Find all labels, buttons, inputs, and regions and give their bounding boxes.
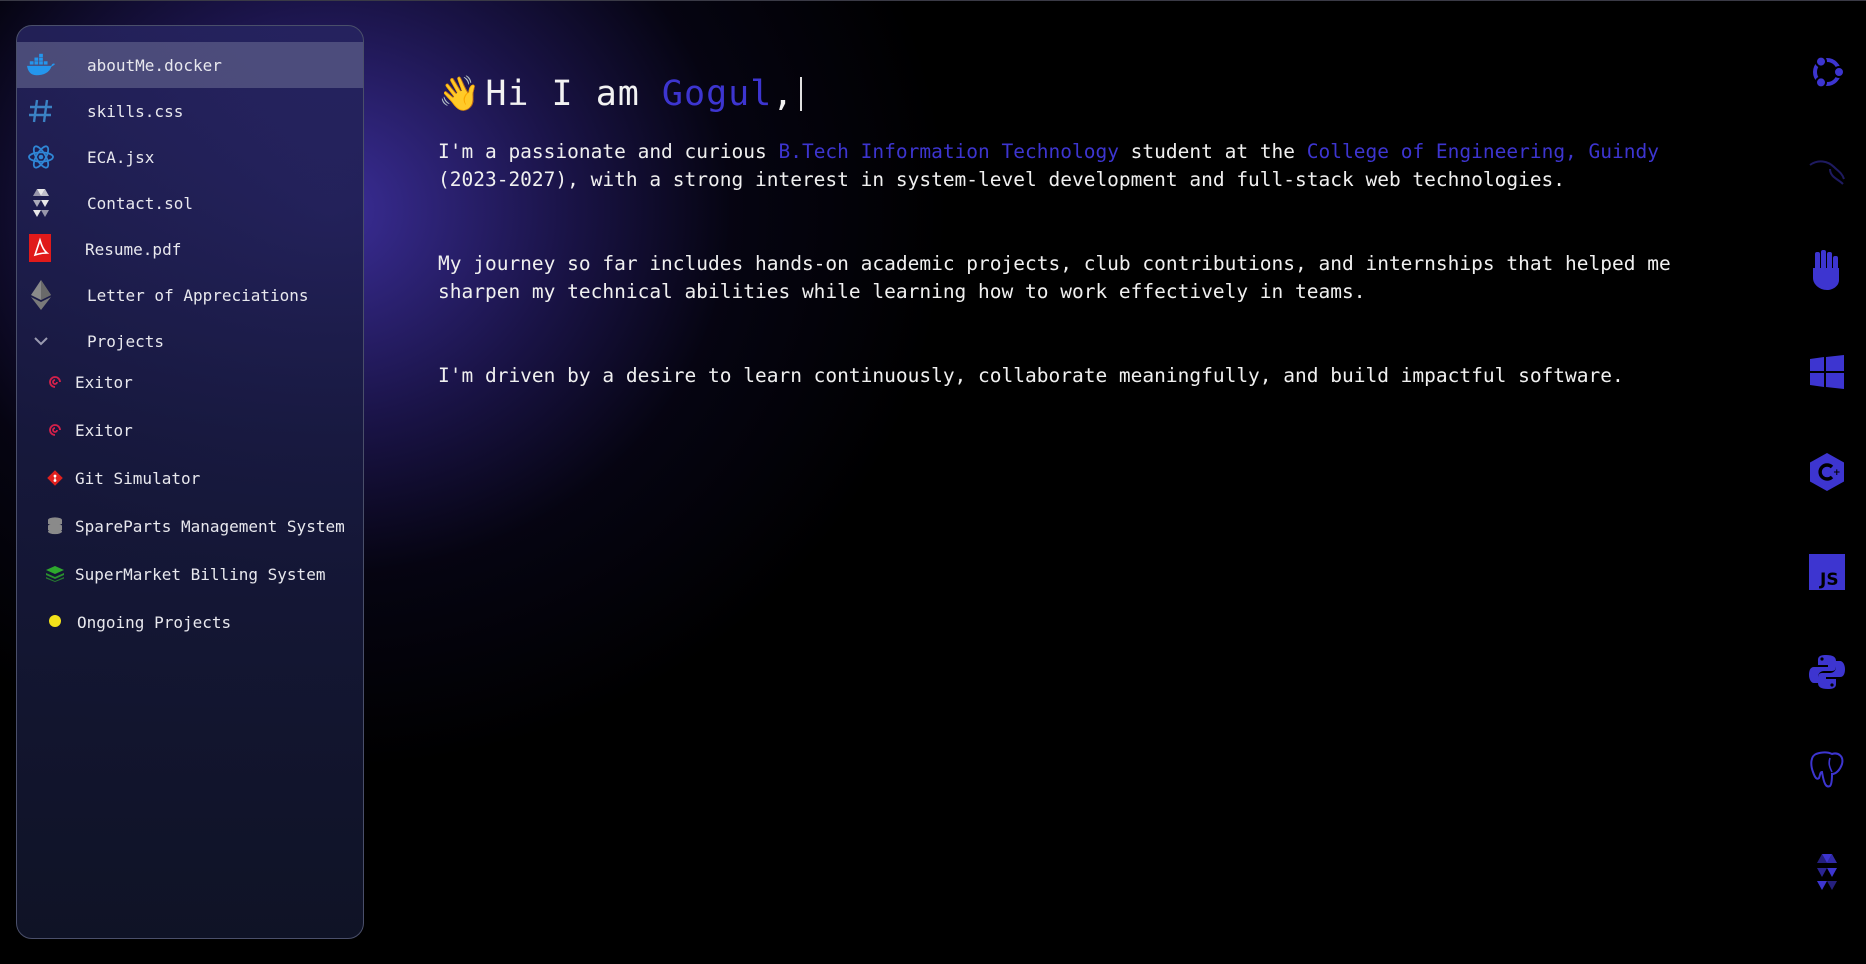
intro-paragraph: I'm a passionate and curious B.Tech Info…: [438, 138, 1758, 194]
pdf-icon: [27, 234, 55, 263]
project-item-supermarket[interactable]: SuperMarket Billing System: [17, 554, 363, 594]
name-highlight: Gogul: [661, 74, 773, 114]
project-item-label: Exitor: [75, 372, 133, 392]
top-border: [0, 0, 1866, 1]
waving-hand-icon: 👋: [438, 74, 482, 114]
javascript-icon: JS: [1807, 552, 1847, 592]
greeting-heading: 👋 Hi I am Gogul ,: [438, 66, 1758, 122]
docker-icon: [27, 51, 55, 79]
file-explorer-sidebar: aboutMe.docker skills.css ECA.jsx Contac…: [16, 25, 364, 939]
sidebar-item-label: Contact.sol: [87, 193, 193, 213]
debian-icon: [46, 421, 64, 439]
python-icon: [1807, 652, 1847, 692]
tech-icon-rail: + JS: [1776, 0, 1866, 964]
intro-text-c: (2023-2027), with a strong interest in s…: [438, 168, 1566, 191]
sidebar-item-aboutme[interactable]: aboutMe.docker: [17, 42, 363, 88]
project-item-ongoing[interactable]: Ongoing Projects: [17, 602, 363, 642]
database-icon: [46, 517, 64, 535]
project-item-label: SpareParts Management System: [75, 516, 345, 536]
sidebar-item-label: Letter of Appreciations: [87, 285, 309, 305]
postgresql-icon: [1807, 750, 1847, 790]
sidebar-item-projects[interactable]: Projects: [17, 318, 363, 364]
greeting-prefix: Hi I am: [485, 74, 662, 114]
project-item-git-simulator[interactable]: Git Simulator: [17, 458, 363, 498]
solidity-icon: [27, 189, 55, 217]
sidebar-item-label: ECA.jsx: [87, 147, 155, 167]
chevron-down-icon: [27, 327, 55, 355]
sidebar-item-resume[interactable]: Resume.pdf: [17, 226, 363, 272]
sidebar-item-letters[interactable]: Letter of Appreciations: [17, 272, 363, 318]
about-me-content: 👋 Hi I am Gogul , I'm a passionate and c…: [438, 66, 1758, 390]
drive-paragraph: I'm driven by a desire to learn continuo…: [438, 364, 1624, 387]
project-item-label: Exitor: [75, 420, 133, 440]
greeting-suffix: ,: [772, 74, 795, 114]
layers-icon: [46, 565, 64, 583]
sidebar-item-skills[interactable]: skills.css: [17, 88, 363, 134]
csharp-icon: +: [1807, 452, 1847, 492]
journey-paragraph: My journey so far includes hands-on acad…: [438, 252, 1671, 303]
sidebar-item-label: skills.css: [87, 101, 184, 121]
svg-text:+: +: [1833, 468, 1841, 478]
ethereum-icon: [27, 280, 55, 310]
college-highlight: College of Engineering, Guindy: [1306, 140, 1659, 163]
hand-icon: [1807, 250, 1847, 290]
sidebar-item-label: Projects: [87, 331, 165, 351]
hash-icon: [27, 97, 55, 125]
ubuntu-icon: [1807, 52, 1847, 92]
yellow-dot-icon: [46, 613, 64, 631]
intro-text-b: student at the: [1118, 140, 1307, 163]
git-icon: [46, 469, 64, 487]
project-item-label: Git Simulator: [75, 468, 201, 488]
sidebar-item-eca[interactable]: ECA.jsx: [17, 134, 363, 180]
typing-cursor: [800, 77, 803, 111]
sidebar-item-label: Resume.pdf: [85, 239, 182, 259]
project-item-exitor[interactable]: Exitor: [17, 362, 363, 402]
windows-icon: [1807, 352, 1847, 392]
kali-icon: [1807, 152, 1847, 192]
degree-highlight: B.Tech Information Technology: [778, 140, 1119, 163]
react-icon: [27, 143, 55, 171]
sidebar-item-label: aboutMe.docker: [87, 55, 222, 75]
partial-icon: [1807, 948, 1847, 964]
svg-text:JS: JS: [1819, 570, 1839, 590]
intro-text-a: I'm a passionate and curious: [438, 140, 779, 163]
project-item-spareparts[interactable]: SpareParts Management System: [17, 506, 363, 546]
solidity-icon: [1807, 852, 1847, 892]
debian-icon: [46, 373, 64, 391]
project-item-label: SuperMarket Billing System: [75, 564, 326, 584]
page: aboutMe.docker skills.css ECA.jsx Contac…: [0, 0, 1866, 964]
sidebar-item-contact[interactable]: Contact.sol: [17, 180, 363, 226]
project-item-label: Ongoing Projects: [77, 612, 232, 632]
project-item-exitor-2[interactable]: Exitor: [17, 410, 363, 450]
